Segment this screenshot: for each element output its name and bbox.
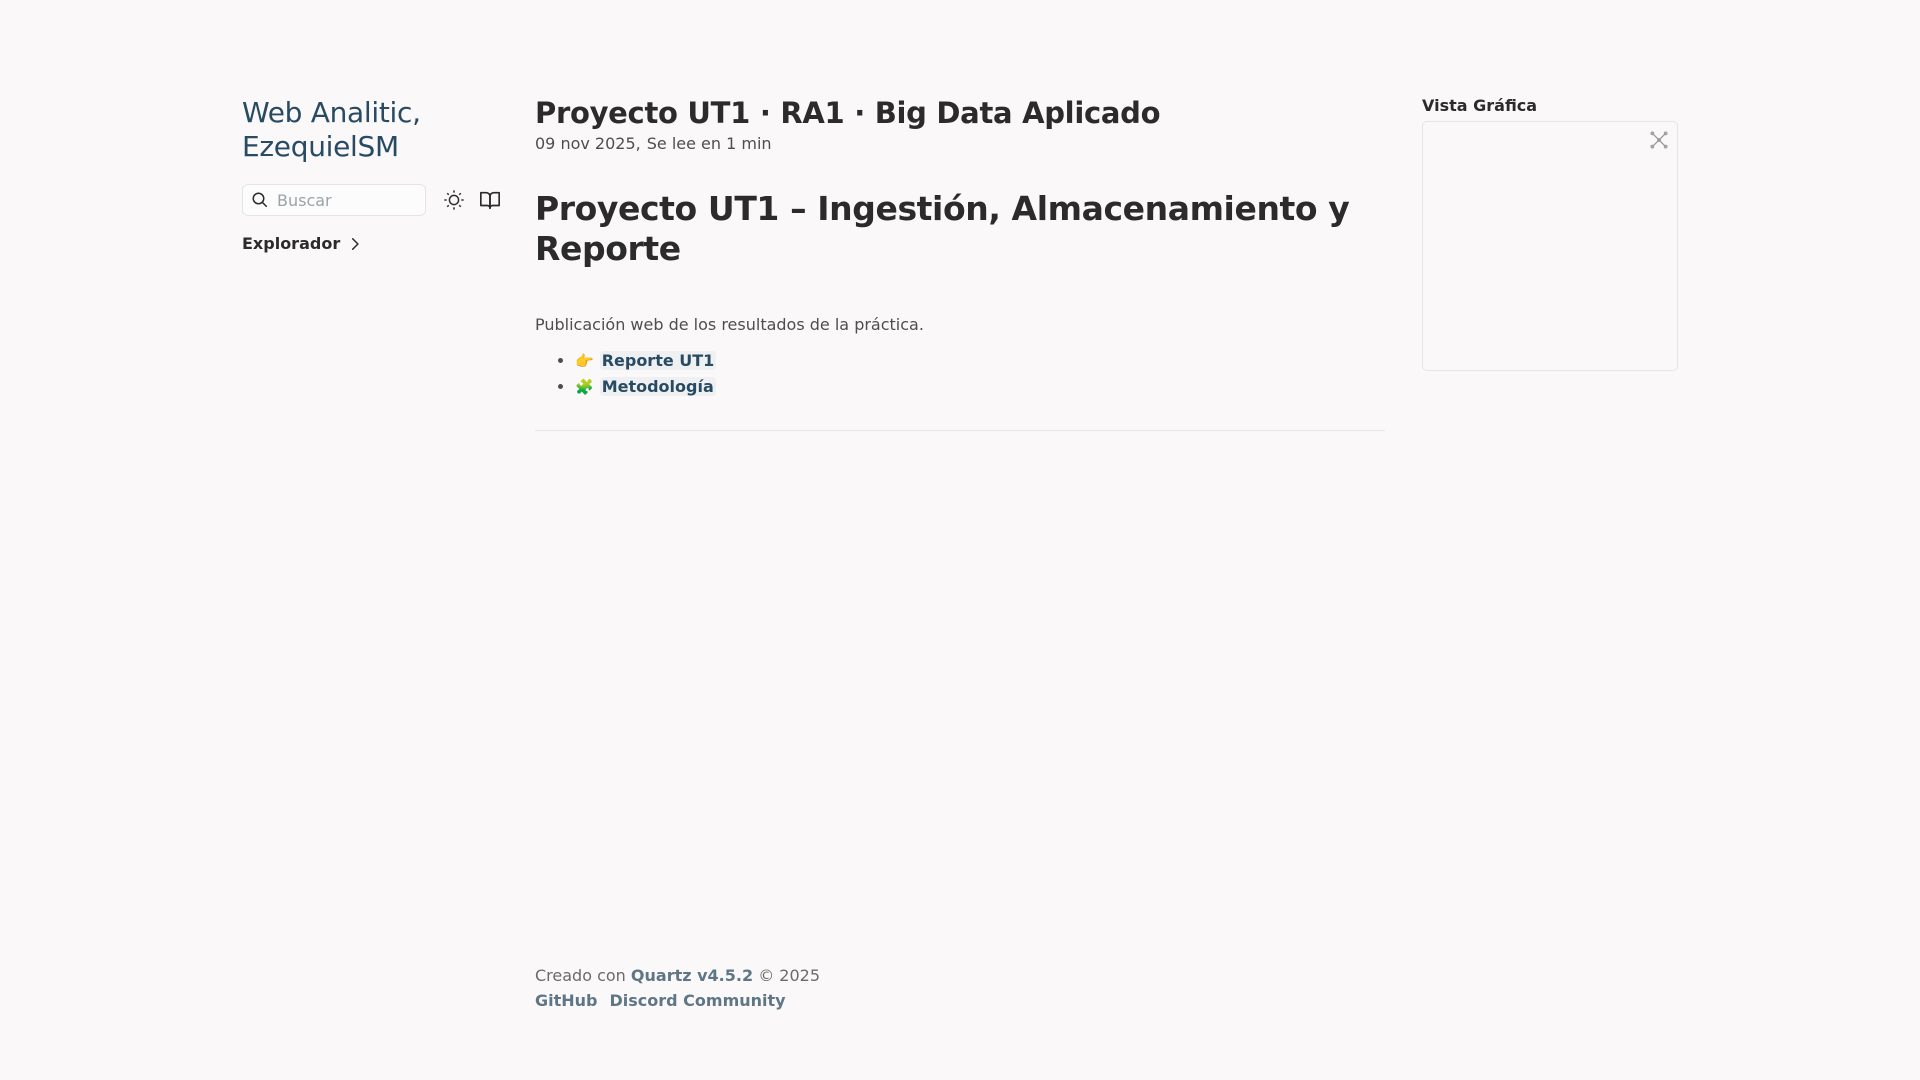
search-input[interactable]: Buscar [242, 184, 426, 216]
footer-copyright: © 2025 [758, 966, 821, 985]
right-sidebar: Vista Gráfica [1422, 96, 1678, 371]
divider [535, 430, 1385, 431]
footer-links: GitHub Discord Community [535, 991, 820, 1010]
article-intro: Publicación web de los resultados de la … [535, 315, 924, 334]
book-icon [480, 191, 500, 210]
sidebar-controls: Buscar [242, 184, 502, 216]
article-heading: Proyecto UT1 – Ingestión, Almacenamiento… [535, 189, 1350, 268]
theme-toggle-button[interactable] [442, 188, 466, 212]
footer: Creado con Quartz v4.5.2 © 2025 GitHub Di… [535, 966, 820, 1010]
graph-view[interactable] [1422, 121, 1678, 371]
github-link[interactable]: GitHub [535, 991, 598, 1010]
discord-link[interactable]: Discord Community [610, 991, 786, 1010]
graph-title: Vista Gráfica [1422, 96, 1538, 115]
reporte-link[interactable]: Reporte UT1 [599, 351, 717, 370]
site-title-line2[interactable]: EzequielSM [242, 130, 502, 164]
left-sidebar: Web Analitic, EzequielSM Buscar Explorad… [242, 96, 502, 253]
article: Proyecto UT1 · RA1 · Big Data Aplicado 0… [535, 96, 1385, 431]
article-meta: 09 nov 2025, Se lee en 1 min [535, 134, 1385, 153]
chevron-right-icon [352, 237, 359, 250]
article-date: 09 nov 2025, [535, 134, 641, 153]
list-item: 👉 Reporte UT1 [575, 348, 1385, 374]
site-title[interactable]: Web Analitic, EzequielSM [242, 96, 502, 164]
search-icon [252, 192, 268, 208]
footer-created-prefix: Creado con [535, 966, 626, 985]
pointing-hand-icon: 👉 [575, 352, 594, 370]
quartz-link[interactable]: Quartz v4.5.2 [631, 966, 753, 985]
explorer-toggle[interactable]: Explorador [242, 234, 502, 253]
list-item: 🧩 Metodología [575, 374, 1385, 400]
footer-credit: Creado con Quartz v4.5.2 © 2025 [535, 966, 820, 985]
page-title: Proyecto UT1 · RA1 · Big Data Aplicado [535, 96, 1161, 130]
expand-graph-icon[interactable] [1649, 130, 1669, 150]
puzzle-icon: 🧩 [575, 378, 594, 396]
reading-time: Se lee en 1 min [646, 134, 772, 153]
reader-mode-button[interactable] [478, 188, 502, 212]
link-list: 👉 Reporte UT1 🧩 Metodología [535, 348, 1385, 400]
explorer-label: Explorador [242, 234, 341, 253]
sun-icon [444, 190, 464, 210]
metodologia-link[interactable]: Metodología [599, 377, 716, 396]
search-placeholder: Buscar [277, 190, 332, 210]
site-title-line1[interactable]: Web Analitic, [242, 96, 502, 130]
